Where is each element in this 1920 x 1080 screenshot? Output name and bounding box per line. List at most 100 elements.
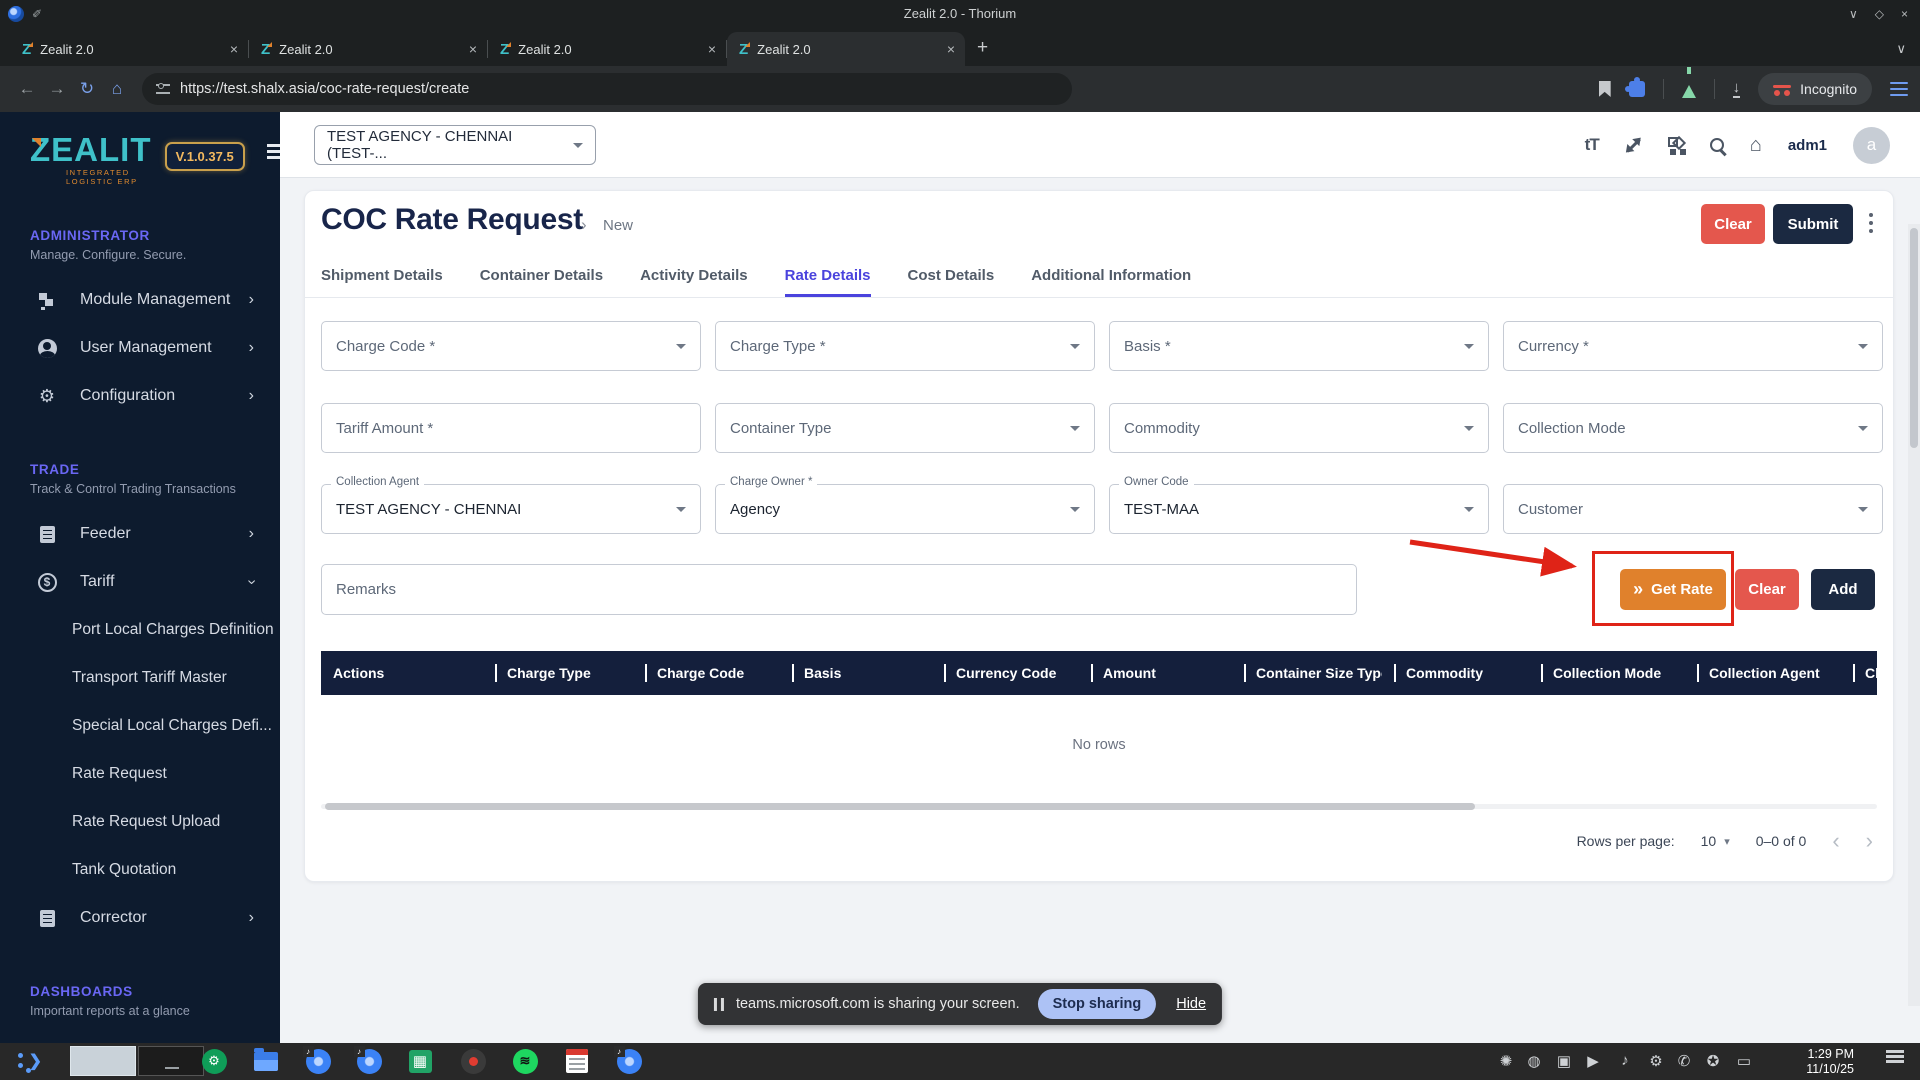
sidebar-item-feeder[interactable]: Feeder › bbox=[0, 510, 280, 558]
tray-images-icon[interactable]: ▣ bbox=[1554, 1052, 1574, 1070]
browser-tab-3[interactable]: Z Zealit 2.0 × bbox=[488, 32, 726, 66]
taskbar-clock[interactable]: 1:29 PM 11/10/25 bbox=[1806, 1047, 1854, 1077]
tray-phone-icon[interactable]: ✆ bbox=[1674, 1052, 1694, 1070]
tray-settings-icon[interactable]: ⚙ bbox=[1646, 1052, 1666, 1070]
tray-tracker-icon[interactable]: ✺ bbox=[1496, 1052, 1516, 1070]
taskbar-browser-audio-icon[interactable] bbox=[305, 1048, 331, 1074]
sidebar-collapse-icon[interactable] bbox=[267, 150, 280, 153]
tab-rate-details[interactable]: Rate Details bbox=[785, 261, 871, 297]
submit-button[interactable]: Submit bbox=[1773, 204, 1853, 244]
commodity-select[interactable]: Commodity bbox=[1109, 403, 1489, 453]
taskbar-browser-audio-icon-3[interactable] bbox=[616, 1048, 642, 1074]
hide-banner-link[interactable]: Hide bbox=[1176, 996, 1206, 1012]
taskbar-spreadsheet-icon[interactable]: ▦ bbox=[407, 1048, 433, 1074]
row-clear-button[interactable]: Clear bbox=[1735, 569, 1799, 610]
sidebar-item-dashboard[interactable]: Dashboard › bbox=[0, 1032, 280, 1043]
new-tab-button[interactable]: + bbox=[977, 37, 988, 59]
sidebar-subitem-port-local-charges[interactable]: Port Local Charges Definition bbox=[0, 606, 280, 654]
page-scrollbar-thumb[interactable] bbox=[1910, 228, 1918, 448]
taskbar-spotify-icon[interactable]: ≋ bbox=[512, 1048, 538, 1074]
more-options-icon[interactable] bbox=[1869, 213, 1873, 217]
window-preview-active[interactable] bbox=[70, 1046, 136, 1076]
tab-search-chevron-icon[interactable]: ∨ bbox=[1896, 41, 1906, 57]
charge-code-select[interactable]: Charge Code * bbox=[321, 321, 701, 371]
extensions-icon[interactable] bbox=[1629, 81, 1645, 97]
sidebar-subitem-tank-quotation[interactable]: Tank Quotation bbox=[0, 846, 280, 894]
window-close-icon[interactable]: × bbox=[1901, 7, 1908, 21]
charge-owner-select[interactable]: Charge Owner * Agency bbox=[715, 484, 1095, 534]
taskbar-file-manager-icon[interactable] bbox=[253, 1048, 279, 1074]
tab-close-icon[interactable]: × bbox=[230, 41, 238, 57]
container-type-select[interactable]: Container Type bbox=[715, 403, 1095, 453]
taskbar-text-editor-icon[interactable] bbox=[564, 1048, 590, 1074]
tab-close-icon[interactable]: × bbox=[947, 41, 955, 57]
browser-menu-icon[interactable] bbox=[1890, 88, 1908, 91]
previous-page-icon[interactable]: ‹ bbox=[1832, 828, 1839, 854]
tab-activity-details[interactable]: Activity Details bbox=[640, 261, 748, 297]
window-maximize-icon[interactable]: ◇ bbox=[1875, 7, 1884, 21]
tariff-amount-input[interactable]: Tariff Amount * bbox=[321, 403, 701, 453]
taskbar-settings-icon[interactable]: ⚙ bbox=[201, 1048, 227, 1074]
taskbar-panel-menu-icon[interactable] bbox=[1886, 1055, 1904, 1058]
page-scrollbar[interactable] bbox=[1908, 224, 1920, 1006]
owner-code-select[interactable]: Owner Code TEST-MAA bbox=[1109, 484, 1489, 534]
site-settings-icon[interactable] bbox=[156, 84, 170, 94]
username[interactable]: adm1 bbox=[1788, 137, 1827, 154]
search-icon[interactable] bbox=[1710, 138, 1724, 152]
app-home-icon[interactable]: ⌂ bbox=[1750, 134, 1762, 157]
sidebar-subitem-special-local-charges[interactable]: Special Local Charges Defi... bbox=[0, 702, 280, 750]
clear-button[interactable]: Clear bbox=[1701, 204, 1765, 244]
browser-tab-1[interactable]: Z Zealit 2.0 × bbox=[10, 32, 248, 66]
avatar[interactable]: a bbox=[1853, 127, 1890, 164]
back-icon[interactable]: ← bbox=[12, 79, 42, 99]
app-launcher-icon[interactable] bbox=[16, 1050, 42, 1074]
horizontal-scrollbar-thumb[interactable] bbox=[325, 803, 1475, 810]
tab-close-icon[interactable]: × bbox=[708, 41, 716, 57]
tray-media-icon[interactable]: ▶ bbox=[1583, 1052, 1603, 1070]
pause-icon[interactable] bbox=[714, 998, 724, 1011]
window-minimize-icon[interactable]: ∨ bbox=[1849, 7, 1858, 21]
basis-select[interactable]: Basis * bbox=[1109, 321, 1489, 371]
browser-tab-2[interactable]: Z Zealit 2.0 × bbox=[249, 32, 487, 66]
tab-close-icon[interactable]: × bbox=[469, 41, 477, 57]
tray-network-icon[interactable]: ◍ bbox=[1524, 1052, 1544, 1070]
collection-agent-select[interactable]: Collection Agent TEST AGENCY - CHENNAI bbox=[321, 484, 701, 534]
taskbar-recorder-icon[interactable] bbox=[460, 1048, 486, 1074]
tray-volume-icon[interactable]: ♪ bbox=[1615, 1052, 1635, 1069]
tray-pin-icon[interactable]: ✪ bbox=[1703, 1052, 1723, 1070]
collection-mode-select[interactable]: Collection Mode bbox=[1503, 403, 1883, 453]
tab-shipment-details[interactable]: Shipment Details bbox=[321, 261, 443, 297]
sidebar-item-configuration[interactable]: ⚙ Configuration › bbox=[0, 372, 280, 420]
tab-cost-details[interactable]: Cost Details bbox=[908, 261, 995, 297]
rows-per-page-select[interactable]: 10 ▾ bbox=[1701, 833, 1730, 849]
forward-icon[interactable]: → bbox=[42, 79, 72, 99]
sidebar-subitem-rate-request-upload[interactable]: Rate Request Upload bbox=[0, 798, 280, 846]
sidebar-item-user-management[interactable]: User Management › bbox=[0, 324, 280, 372]
reload-icon[interactable]: ↻ bbox=[72, 79, 102, 99]
browser-tab-4-active[interactable]: Z Zealit 2.0 × bbox=[727, 32, 965, 66]
customer-select[interactable]: Customer bbox=[1503, 484, 1883, 534]
currency-select[interactable]: Currency * bbox=[1503, 321, 1883, 371]
charge-type-select[interactable]: Charge Type * bbox=[715, 321, 1095, 371]
experiments-flask-icon[interactable] bbox=[1682, 85, 1696, 98]
address-bar[interactable]: https://test.shalx.asia/coc-rate-request… bbox=[142, 73, 1072, 105]
home-icon[interactable]: ⌂ bbox=[102, 79, 132, 99]
downloads-icon[interactable]: ↓ bbox=[1733, 81, 1741, 98]
agency-select[interactable]: TEST AGENCY - CHENNAI (TEST-... bbox=[314, 125, 596, 165]
sidebar-item-module-management[interactable]: Module Management › bbox=[0, 276, 280, 324]
stop-sharing-button[interactable]: Stop sharing bbox=[1038, 989, 1157, 1019]
tab-additional-information[interactable]: Additional Information bbox=[1031, 261, 1191, 297]
sidebar-subitem-rate-request[interactable]: Rate Request bbox=[0, 750, 280, 798]
fullscreen-icon[interactable] bbox=[1626, 138, 1640, 152]
bookmark-icon[interactable] bbox=[1599, 81, 1611, 97]
sidebar-item-tariff[interactable]: $ Tariff › bbox=[0, 558, 280, 606]
tray-display-icon[interactable]: ▭ bbox=[1734, 1052, 1754, 1070]
window-preview-minimized[interactable] bbox=[138, 1046, 204, 1076]
sidebar-subitem-transport-tariff-master[interactable]: Transport Tariff Master bbox=[0, 654, 280, 702]
next-page-icon[interactable]: › bbox=[1866, 828, 1873, 854]
taskbar-browser-audio-icon-2[interactable] bbox=[356, 1048, 382, 1074]
tab-container-details[interactable]: Container Details bbox=[480, 261, 603, 297]
remarks-input[interactable]: Remarks bbox=[321, 564, 1357, 615]
sidebar-item-corrector[interactable]: Corrector › bbox=[0, 894, 280, 942]
text-size-icon[interactable]: tT bbox=[1585, 135, 1599, 155]
